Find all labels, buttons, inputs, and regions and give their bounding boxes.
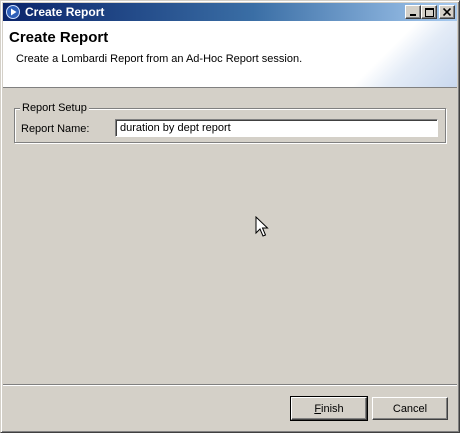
title-bar[interactable]: Create Report (3, 3, 457, 21)
maximize-icon (424, 7, 434, 17)
report-name-input[interactable] (115, 119, 438, 137)
report-setup-group: Report Setup Report Name: (14, 102, 446, 143)
page-description: Create a Lombardi Report from an Ad-Hoc … (16, 53, 303, 65)
minimize-icon (410, 14, 416, 16)
finish-mnemonic: F (314, 402, 322, 415)
report-name-label: Report Name: (21, 123, 90, 135)
create-report-dialog: Create Report Create Report Create a Lom… (0, 0, 460, 433)
window-controls (405, 5, 455, 19)
cancel-label: Cancel (392, 402, 428, 415)
page-title: Create Report (9, 29, 109, 46)
maximize-button[interactable] (421, 5, 437, 19)
header-banner-decoration (347, 21, 457, 87)
group-label: Report Setup (20, 102, 89, 114)
wizard-header: Create Report Create a Lombardi Report f… (3, 21, 457, 88)
window-title: Create Report (25, 5, 105, 19)
arrow-play-icon (5, 4, 21, 20)
button-bar-separator (3, 384, 457, 386)
finish-label: inish (321, 402, 344, 415)
close-button[interactable] (439, 5, 455, 19)
minimize-button[interactable] (405, 5, 421, 19)
finish-button[interactable]: Finish (290, 396, 368, 421)
close-icon (443, 8, 451, 16)
mouse-pointer-icon (255, 216, 269, 237)
cancel-button[interactable]: Cancel (372, 397, 448, 420)
